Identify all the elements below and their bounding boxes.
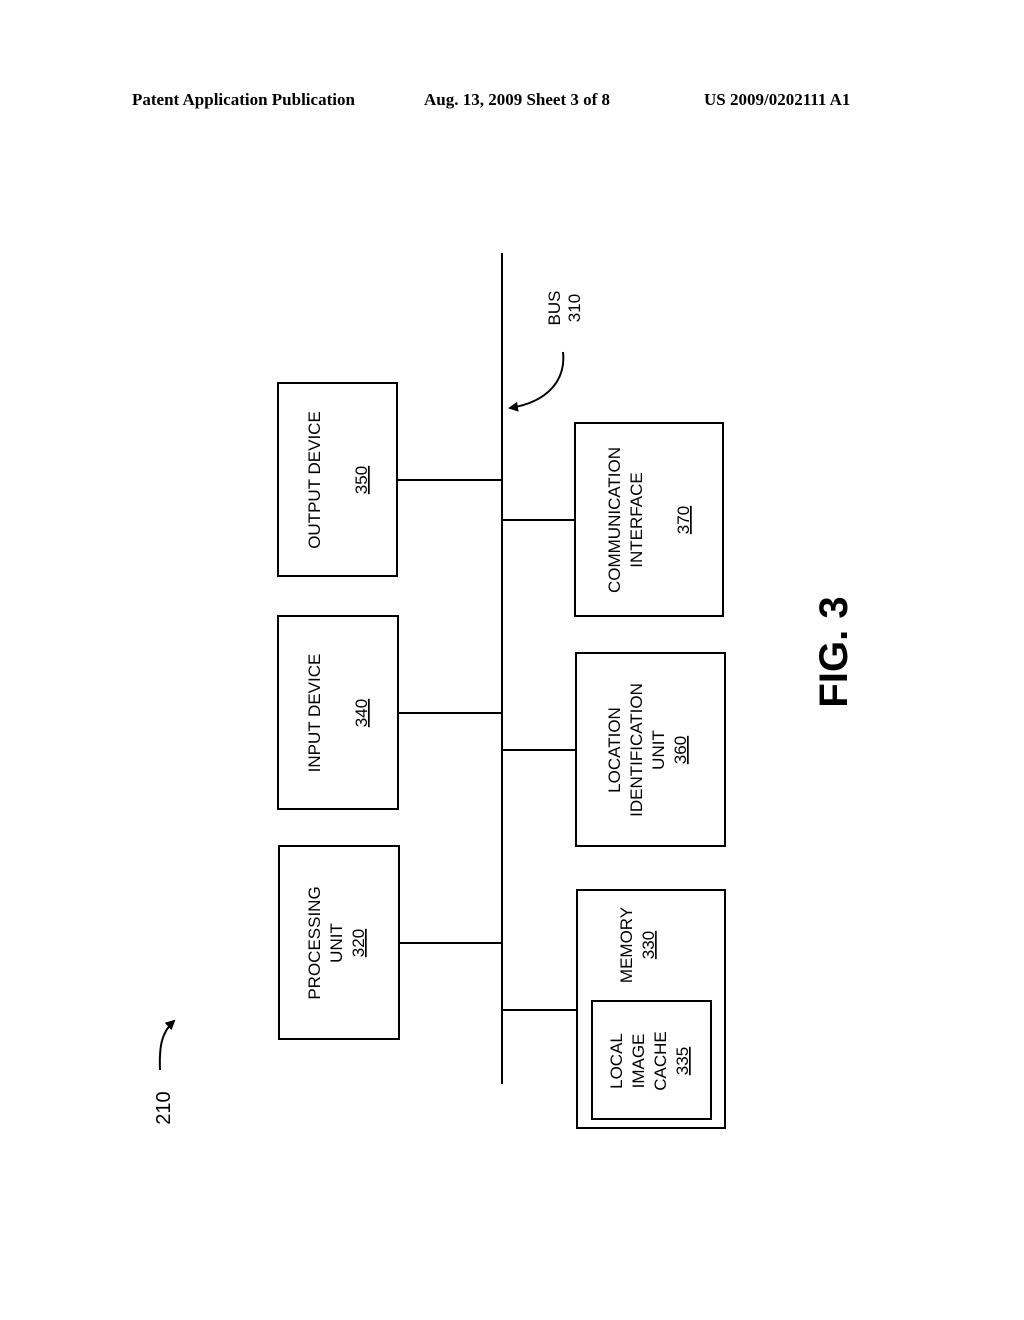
communication-interface-label: COMMUNICATION	[605, 447, 624, 593]
bus-text: BUS	[545, 291, 564, 326]
processing-unit-label: PROCESSING	[305, 886, 324, 999]
input-device-ref: 340	[352, 699, 371, 727]
reference-arrow-icon	[158, 1019, 176, 1071]
local-image-cache-label-3: CACHE	[651, 1031, 670, 1091]
memory-label: MEMORY	[617, 907, 636, 983]
output-device-block	[277, 382, 398, 577]
memory-ref: 330	[639, 931, 658, 959]
local-image-cache-ref: 335	[673, 1047, 692, 1075]
local-image-cache-label-2: IMAGE	[629, 1034, 648, 1089]
figure-reference-label: 210	[153, 1091, 175, 1124]
bus-label: BUS 310	[545, 291, 584, 326]
memory-block	[576, 889, 726, 1129]
bus-arrow-icon	[508, 351, 565, 412]
output-device-ref: 350	[352, 466, 371, 494]
local-image-cache-label: LOCAL	[607, 1033, 626, 1089]
communication-interface-label-2: INTERFACE	[627, 472, 646, 567]
output-device-label: OUTPUT DEVICE	[305, 411, 324, 549]
location-identification-unit-ref: 360	[671, 736, 690, 764]
processing-unit-ref: 320	[349, 929, 368, 957]
location-identification-unit-label-3: UNIT	[649, 730, 668, 770]
location-identification-unit-label: LOCATION	[605, 707, 624, 793]
block-diagram: BUS 310 OUTPUT DEVICE 350 INPUT DEVICE 3…	[153, 253, 856, 1129]
bus-ref: 310	[565, 294, 584, 322]
processing-unit-label-2: UNIT	[327, 923, 346, 963]
input-device-block	[277, 615, 399, 810]
figure-label: FIG. 3	[812, 596, 856, 707]
communication-interface-ref: 370	[674, 506, 693, 534]
input-device-label: INPUT DEVICE	[305, 654, 324, 773]
communication-interface-block	[574, 422, 724, 617]
location-identification-unit-label-2: IDENTIFICATION	[627, 683, 646, 817]
